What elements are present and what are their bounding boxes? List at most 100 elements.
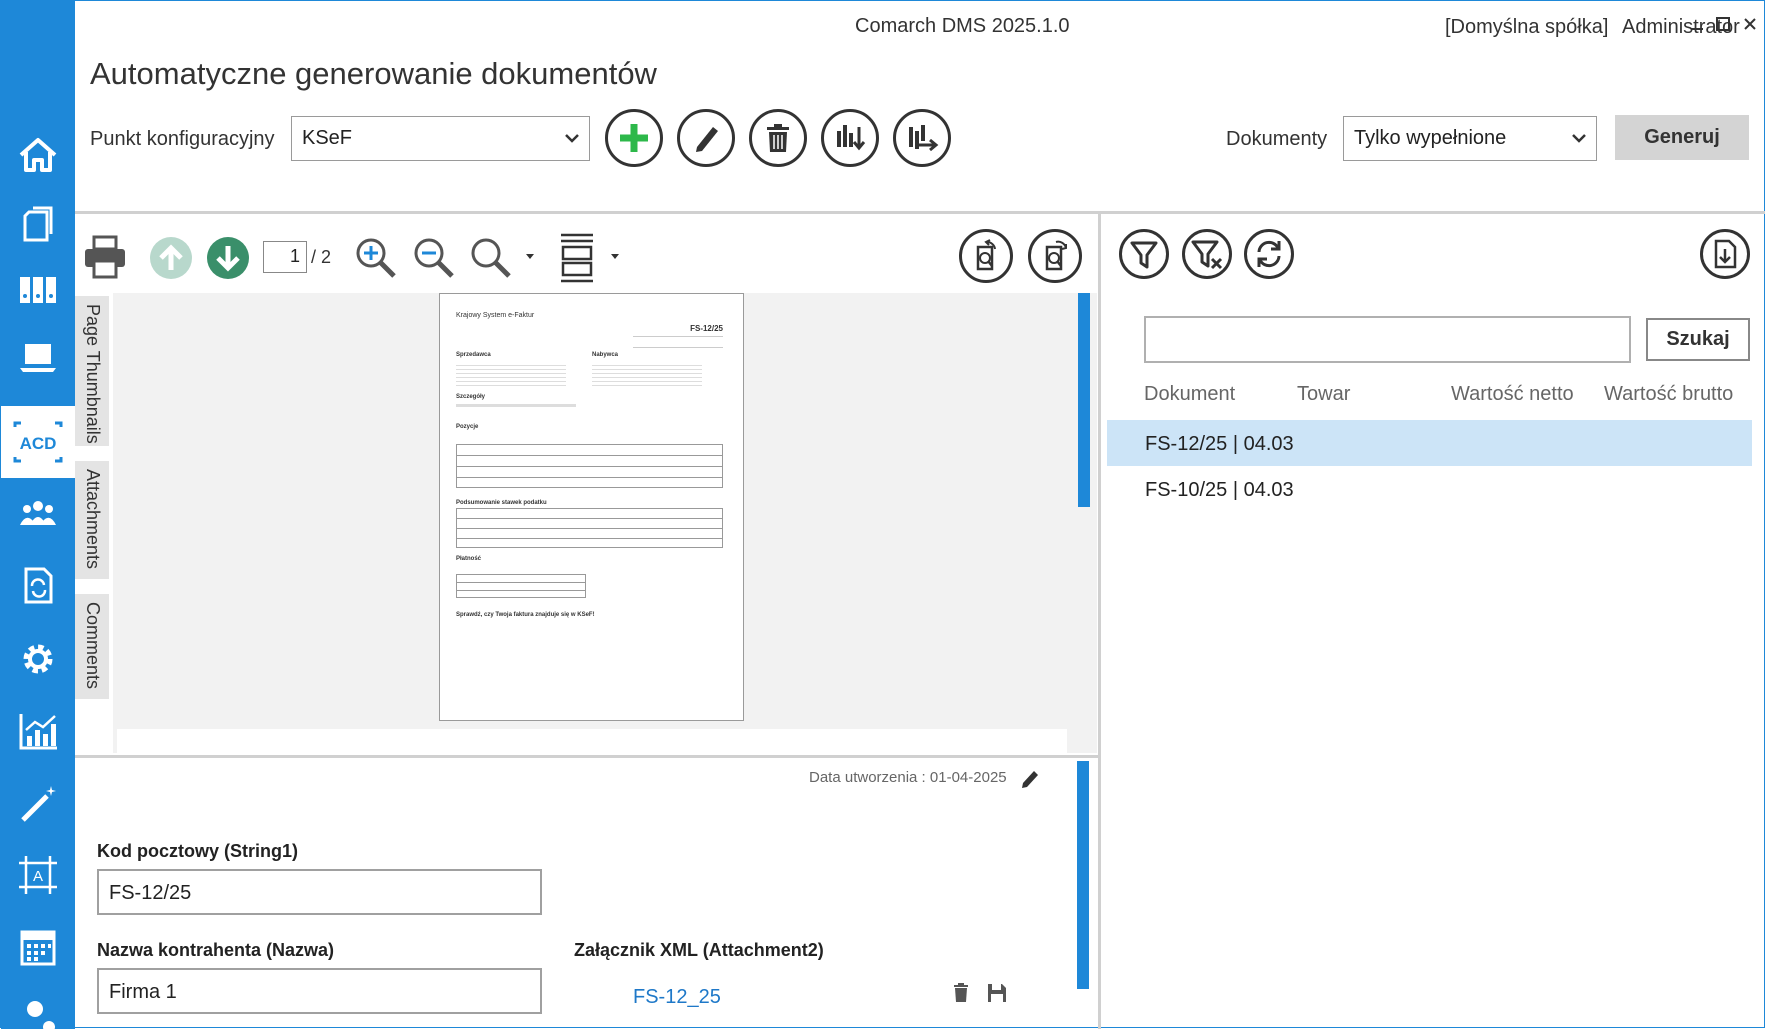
- delete-button[interactable]: [749, 109, 807, 167]
- filter-button[interactable]: [1119, 229, 1169, 279]
- sidebar-item-template[interactable]: A: [1, 839, 75, 911]
- column-header-gross-value[interactable]: Wartość brutto: [1604, 383, 1733, 406]
- form-scrollbar[interactable]: [1077, 761, 1089, 989]
- sidebar-item-reports[interactable]: [1, 695, 75, 767]
- sidebar-item-document-sync[interactable]: [1, 549, 75, 621]
- list-item[interactable]: FS-12/25 | 04.03: [1107, 420, 1752, 466]
- documents-icon: [23, 206, 53, 242]
- zoom-out-icon[interactable]: [412, 236, 456, 280]
- document-search-back-icon: [976, 239, 996, 271]
- binders-icon: [20, 277, 56, 303]
- calendar-icon: [20, 930, 56, 966]
- preview-details-line: [456, 404, 576, 407]
- contractor-name-field[interactable]: Firma 1: [97, 968, 542, 1014]
- sidebar-item-user-settings[interactable]: [1, 991, 75, 1029]
- plus-icon: [620, 124, 648, 152]
- document-download-icon: [1714, 239, 1737, 269]
- page-total: / 2: [311, 247, 332, 267]
- xml-attachment-link[interactable]: FS-12_25: [633, 986, 721, 1009]
- clear-filter-button[interactable]: [1182, 229, 1232, 279]
- postal-code-field[interactable]: FS-12/25: [97, 869, 542, 915]
- preview-invoice-number: FS-12/25: [690, 324, 723, 333]
- config-point-select[interactable]: KSeF: [291, 116, 590, 161]
- close-button[interactable]: [1739, 15, 1761, 36]
- list-item[interactable]: FS-10/25 | 04.03: [1107, 466, 1752, 512]
- sidebar-item-wizard[interactable]: [1, 767, 75, 839]
- generate-button[interactable]: Generuj: [1615, 115, 1749, 160]
- home-icon: [19, 138, 57, 172]
- import-document-button[interactable]: [1700, 229, 1750, 279]
- viewer-scrollbar[interactable]: [1078, 293, 1090, 507]
- zoom-dropdown-icon[interactable]: [525, 253, 535, 261]
- trash-icon[interactable]: [952, 983, 970, 1003]
- search-input[interactable]: [1144, 316, 1631, 363]
- chevron-down-icon: [1572, 134, 1586, 143]
- viewer-bottom-strip: [117, 729, 1067, 753]
- page-number-input[interactable]: 1: [263, 241, 307, 273]
- minimize-button[interactable]: [1686, 15, 1708, 36]
- print-icon[interactable]: [83, 235, 127, 279]
- documents-filter-select[interactable]: Tylko wypełnione: [1343, 116, 1597, 161]
- refresh-icon: [1257, 240, 1281, 268]
- move-down-button[interactable]: [821, 109, 879, 167]
- title-bar: Comarch DMS 2025.1.0 [Domyślna spółka] A…: [75, 1, 1764, 51]
- preview-seller-lines: [456, 362, 566, 388]
- users-icon: [20, 501, 56, 525]
- add-button[interactable]: [605, 109, 663, 167]
- laptop-icon: [20, 344, 56, 372]
- save-icon[interactable]: [987, 983, 1007, 1003]
- minimize-icon: [1691, 28, 1703, 30]
- maximize-button[interactable]: [1712, 15, 1734, 36]
- pencil-icon[interactable]: [1019, 767, 1041, 789]
- sidebar-item-users[interactable]: [1, 476, 75, 548]
- filter-icon: [1130, 241, 1158, 269]
- contractor-name-label: Nazwa kontrahenta (Nazwa): [97, 940, 335, 960]
- preview-positions-table: [456, 444, 723, 488]
- document-sync-icon: [24, 567, 53, 604]
- tab-attachments[interactable]: Attachments: [75, 461, 109, 579]
- sidebar-item-acd[interactable]: ACD: [1, 406, 75, 478]
- next-page-icon[interactable]: [206, 236, 250, 280]
- edit-button[interactable]: [677, 109, 735, 167]
- search-button[interactable]: Szukaj: [1646, 318, 1750, 361]
- invoice-preview-page: Krajowy System e-Faktur FS-12/25 Sprzeda…: [439, 293, 744, 721]
- move-right-button[interactable]: [893, 109, 951, 167]
- sort-down-icon: [837, 125, 866, 151]
- preview-buyer-lines: [592, 362, 702, 388]
- zoom-icon[interactable]: [469, 236, 513, 280]
- tab-page-thumbnails[interactable]: Page Thumbnails: [75, 296, 109, 446]
- tab-comments[interactable]: Comments: [75, 594, 109, 699]
- divider: [75, 211, 1765, 214]
- created-date: Data utworzenia : 01-04-2025: [809, 769, 1007, 786]
- magic-wand-icon: [21, 786, 56, 822]
- svg-text:ACD: ACD: [20, 434, 57, 453]
- preview-header-lines: [633, 336, 723, 348]
- page-layout-icon[interactable]: [559, 233, 595, 283]
- refresh-button[interactable]: [1244, 229, 1294, 279]
- layout-dropdown-icon[interactable]: [610, 253, 620, 261]
- template-icon: A: [19, 856, 57, 894]
- column-header-net-value[interactable]: Wartość netto: [1451, 383, 1574, 406]
- search-document-forward-button[interactable]: [1028, 229, 1082, 283]
- zoom-in-icon[interactable]: [354, 236, 398, 280]
- user-settings-icon: [27, 1001, 55, 1029]
- preview-brand: Krajowy System e-Faktur: [456, 312, 535, 319]
- sidebar-item-documents[interactable]: [1, 187, 75, 259]
- sidebar-item-home[interactable]: [1, 119, 75, 191]
- preview-footer: Sprawdź, czy Twoja faktura znajduje się …: [456, 612, 595, 618]
- sidebar-item-workstation[interactable]: [1, 321, 75, 393]
- sidebar-item-settings[interactable]: [1, 623, 75, 695]
- xml-attachment-label: Załącznik XML (Attachment2): [574, 940, 824, 960]
- column-header-document[interactable]: Dokument: [1144, 383, 1235, 406]
- preview-details: Szczegóły: [456, 394, 486, 400]
- column-header-product[interactable]: Towar: [1297, 383, 1350, 406]
- sidebar-item-calendar[interactable]: [1, 911, 75, 983]
- acd-icon: ACD: [13, 421, 63, 463]
- company-name[interactable]: [Domyślna spółka]: [1445, 16, 1608, 39]
- sidebar: ACD A: [1, 1, 75, 1029]
- sidebar-item-binders[interactable]: [1, 254, 75, 326]
- trash-icon: [767, 124, 789, 152]
- previous-page-icon[interactable]: [149, 236, 193, 280]
- search-document-back-button[interactable]: [959, 229, 1013, 283]
- chevron-down-icon: [565, 134, 579, 143]
